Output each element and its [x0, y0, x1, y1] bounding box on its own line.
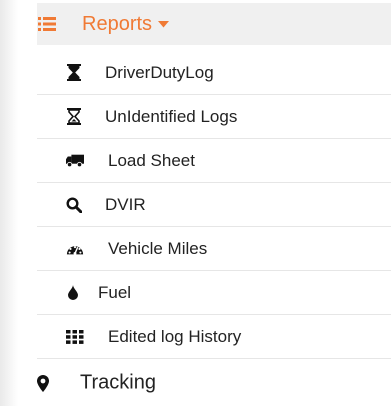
submenu-item-label: DriverDutyLog	[105, 62, 214, 82]
submenu-item-label: Vehicle Miles	[108, 238, 208, 258]
truck-icon	[66, 152, 84, 170]
submenu-item-unidentified-logs[interactable]: UnIdentified Logs	[37, 95, 391, 139]
drop-icon	[64, 284, 82, 302]
submenu-item-label: DVIR	[105, 194, 146, 214]
submenu-item-label: Load Sheet	[108, 150, 195, 170]
submenu-item-load-sheet[interactable]: Load Sheet	[37, 139, 391, 183]
sidebar-menu: Reports DriverDutyLog UnIdentified Logs	[0, 0, 391, 406]
hourglass-filled-icon	[65, 64, 83, 82]
menu-item-reports-label: Reports	[82, 12, 153, 35]
submenu-item-label: UnIdentified Logs	[105, 106, 238, 126]
caret-down-icon	[158, 20, 170, 28]
submenu-item-label: Edited log History	[108, 326, 242, 346]
submenu-item-driverdutylog[interactable]: DriverDutyLog	[37, 51, 391, 95]
list-icon	[38, 16, 56, 32]
submenu-item-vehicle-miles[interactable]: Vehicle Miles	[37, 227, 391, 271]
submenu-item-edited-log-history[interactable]: Edited log History	[37, 315, 391, 359]
menu-item-reports[interactable]: Reports	[37, 3, 391, 45]
hourglass-icon	[65, 108, 83, 126]
grid-icon	[66, 328, 84, 346]
tachometer-icon	[66, 240, 84, 258]
submenu-item-label: Fuel	[98, 282, 132, 302]
submenu-item-fuel[interactable]: Fuel	[37, 271, 391, 315]
menu-item-tracking[interactable]: Tracking	[18, 360, 391, 406]
menu-item-tracking-label: Tracking	[80, 371, 156, 394]
sidebar-edge-shadow	[0, 0, 18, 406]
search-icon	[65, 196, 83, 214]
submenu-item-dvir[interactable]: DVIR	[37, 183, 391, 227]
map-marker-icon	[36, 374, 50, 392]
